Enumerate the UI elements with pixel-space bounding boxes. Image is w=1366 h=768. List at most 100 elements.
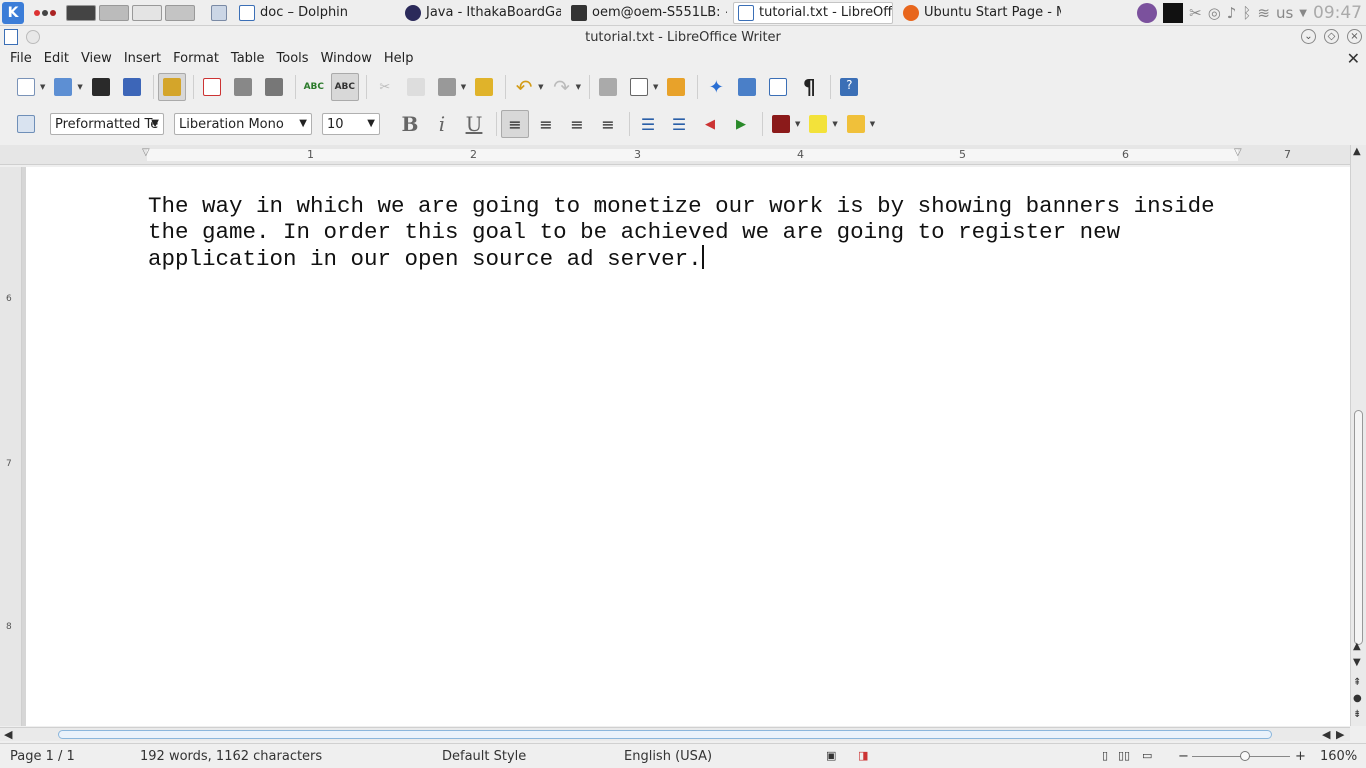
scroll-left-icon[interactable]: ◀ [4,728,12,741]
menu-insert[interactable]: Insert [118,51,167,66]
kde-menu-button[interactable]: K [2,1,24,24]
single-page-view-icon[interactable]: ▯ [1102,749,1108,762]
chevron-down-icon[interactable]: ▼ [653,83,658,91]
wifi-icon[interactable]: ≋ [1257,4,1270,22]
auto-spellcheck-button[interactable]: ABC [330,73,359,101]
undo-button[interactable]: ↶ [510,73,538,101]
menu-format[interactable]: Format [167,51,225,66]
zoom-slider-knob[interactable] [1240,751,1250,761]
save-as-button[interactable] [118,73,146,101]
justify-button[interactable]: ≡ [594,110,622,138]
zoom-out-button[interactable]: − [1178,749,1189,764]
copy-button[interactable] [402,73,430,101]
pin-icon[interactable] [26,30,40,44]
virtual-desktop-1[interactable] [66,4,96,21]
chevron-down-icon[interactable]: ▼ [461,83,466,91]
selection-mode-icon[interactable]: ▣ [826,749,836,762]
document-text[interactable]: The way in which we are going to monetiz… [148,193,1215,272]
paragraph-style-select[interactable]: Preformatted Te ▼ [50,113,164,135]
chevron-down-icon[interactable]: ▼ [832,120,837,128]
keyboard-layout[interactable]: us [1276,4,1293,22]
chevron-down-icon[interactable]: ▼ [795,120,800,128]
zoom-level[interactable]: 160% [1320,749,1357,764]
menu-help[interactable]: Help [378,51,420,66]
task-dolphin[interactable]: doc – Dolphin [235,2,395,24]
dropbox-icon[interactable] [1163,3,1184,23]
word-count[interactable]: 192 words, 1162 characters [140,749,322,764]
left-indent-marker[interactable]: ▽ [142,147,150,158]
draw-functions-button[interactable] [662,73,690,101]
redo-button[interactable]: ↷ [548,73,576,101]
underline-button[interactable]: U [460,112,488,136]
align-left-button[interactable]: ≡ [501,110,529,138]
navigator-button[interactable]: ✦ [702,73,730,101]
increase-indent-button[interactable]: ▶ [727,110,755,138]
task-eclipse[interactable]: Java - IthakaBoardGam [401,2,561,24]
page-indicator[interactable]: Page 1 / 1 [10,749,75,764]
insert-table-button[interactable] [625,73,653,101]
menu-file[interactable]: File [4,51,38,66]
scroll-up-icon[interactable]: ▲ [1353,641,1361,652]
print-button[interactable] [229,73,257,101]
scroll-left-icon[interactable]: ◀ [1322,728,1330,741]
virtual-desktop-3[interactable] [132,4,162,21]
chevron-down-icon[interactable]: ▼ [576,83,581,91]
multi-page-view-icon[interactable]: ▯▯ [1118,749,1130,762]
horizontal-scrollbar-thumb[interactable] [58,730,1272,739]
task-terminal[interactable]: oem@oem-S551LB: ~/I [567,2,727,24]
maximize-icon[interactable]: ◇ [1324,29,1339,44]
bluetooth-icon[interactable]: ᛒ [1242,4,1251,22]
clone-formatting-button[interactable] [470,73,498,101]
show-desktop-icon[interactable] [207,2,229,24]
horizontal-scrollbar[interactable]: ◀ ◀ ▶ [0,727,1350,741]
zoom-in-button[interactable]: + [1295,749,1306,764]
clock[interactable]: 09:47 [1313,3,1362,23]
styles-formatting-button[interactable] [12,110,40,138]
font-name-select[interactable]: Liberation Mono ▼ [174,113,312,135]
vertical-ruler[interactable]: 6 7 8 [0,167,22,726]
bullet-list-button[interactable]: ☰ [665,110,693,138]
task-writer[interactable]: tutorial.txt - LibreOffic [733,1,893,24]
writer-app-icon[interactable] [4,29,18,45]
book-view-icon[interactable]: ▭ [1142,749,1152,762]
document-modified-icon[interactable]: ◨ [858,749,868,762]
open-button[interactable] [49,73,77,101]
close-window-icon[interactable]: × [1347,29,1362,44]
vertical-scrollbar[interactable]: ▲ ▲ ▼ ⇞ ● ⇟ [1350,145,1366,726]
network-icon[interactable]: ◎ [1208,4,1221,22]
align-center-button[interactable]: ≡ [532,110,560,138]
paste-button[interactable] [433,73,461,101]
save-button[interactable] [87,73,115,101]
help-button[interactable]: ? [835,73,863,101]
task-firefox[interactable]: Ubuntu Start Page - Mo [899,2,1061,24]
menu-view[interactable]: View [75,51,118,66]
print-preview-button[interactable] [260,73,288,101]
virtual-desktop-2[interactable] [99,4,129,21]
cut-button[interactable]: ✂ [371,73,399,101]
spellcheck-button[interactable]: ABC [300,73,328,101]
export-pdf-button[interactable] [198,73,226,101]
scroll-right-icon[interactable]: ▶ [1336,728,1344,741]
page-style[interactable]: Default Style [442,749,526,764]
font-size-select[interactable]: 10 ▼ [322,113,380,135]
next-page-icon[interactable]: ⇟ [1353,709,1361,720]
menu-tools[interactable]: Tools [271,51,315,66]
close-document-icon[interactable]: ✕ [1347,49,1360,68]
background-color-button[interactable] [842,110,870,138]
menu-edit[interactable]: Edit [38,51,75,66]
navigation-icon[interactable]: ● [1353,693,1362,704]
window-titlebar[interactable]: tutorial.txt - LibreOffice Writer ⌄ ◇ × [0,27,1366,47]
chevron-down-icon[interactable]: ▼ [77,83,82,91]
edit-mode-button[interactable] [157,73,186,101]
horizontal-ruler[interactable]: 1 2 3 4 5 6 7 ▽ ▽ [0,145,1350,165]
right-indent-marker[interactable]: ▽ [1234,147,1242,158]
language-indicator[interactable]: English (USA) [624,749,712,764]
scroll-down-icon[interactable]: ▼ [1353,657,1361,668]
activities-icon[interactable] [34,9,56,16]
italic-button[interactable]: i [428,112,456,136]
highlighting-button[interactable] [804,110,832,138]
chevron-down-icon[interactable]: ▼ [538,83,543,91]
menu-window[interactable]: Window [315,51,378,66]
scissors-icon[interactable]: ✂ [1189,4,1202,22]
virtual-desktop-4[interactable] [165,4,195,21]
